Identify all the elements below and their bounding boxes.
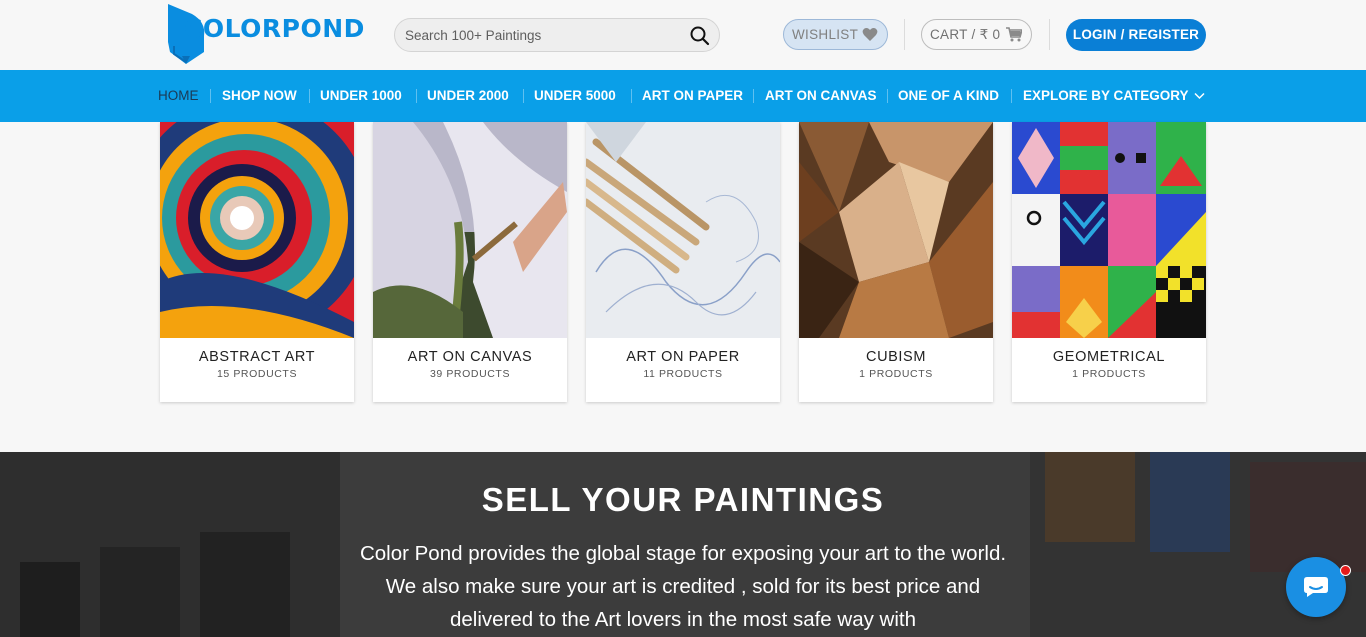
category-count: 1 PRODUCTS <box>859 368 933 380</box>
chat-button[interactable] <box>1286 557 1346 617</box>
header-divider <box>1049 19 1050 50</box>
nav-explore-by-category[interactable]: EXPLORE BY CATEGORY <box>1023 70 1205 122</box>
category-image <box>799 122 993 338</box>
nav-home[interactable]: HOME <box>158 70 199 122</box>
nav-separator <box>631 89 632 103</box>
chat-notification-badge <box>1340 565 1351 576</box>
category-image <box>586 122 780 338</box>
category-title: ABSTRACT ART <box>198 349 316 365</box>
category-card-art-on-canvas[interactable]: ART ON CANVAS 39 PRODUCTS <box>373 122 567 402</box>
category-title: GEOMETRICAL <box>1052 349 1166 365</box>
nav-art-on-paper[interactable]: ART ON PAPER <box>642 70 743 122</box>
category-image <box>373 122 567 338</box>
search-icon[interactable] <box>689 25 711 47</box>
nav-separator <box>1011 89 1012 103</box>
category-title: ART ON PAPER <box>626 349 740 365</box>
category-count: 15 PRODUCTS <box>216 368 298 380</box>
category-count: 1 PRODUCTS <box>1072 368 1146 380</box>
category-image <box>160 122 354 338</box>
sell-title: SELL YOUR PAINTINGS <box>481 481 885 518</box>
search-box <box>394 18 720 52</box>
cart-icon <box>1006 27 1022 42</box>
chat-icon <box>1304 577 1328 597</box>
nav-one-of-a-kind[interactable]: ONE OF A KIND <box>898 70 999 122</box>
category-image <box>1012 122 1206 338</box>
heart-icon <box>862 28 878 41</box>
nav-art-on-canvas[interactable]: ART ON CANVAS <box>765 70 877 122</box>
category-card-art-on-paper[interactable]: ART ON PAPER 11 PRODUCTS <box>586 122 780 402</box>
category-title: CUBISM <box>866 349 926 365</box>
wishlist-button[interactable]: WISHLIST <box>783 19 888 50</box>
sell-paintings-section: SELL YOUR PAINTINGS Color Pond provides … <box>0 452 1366 637</box>
nav-separator <box>309 89 310 103</box>
cart-button[interactable]: CART / ₹ 0 <box>921 19 1032 50</box>
nav-under-1000[interactable]: UNDER 1000 <box>320 70 402 122</box>
nav-separator <box>887 89 888 103</box>
login-register-button[interactable]: LOGIN / REGISTER <box>1066 19 1206 51</box>
category-count: 11 PRODUCTS <box>643 368 723 380</box>
nav-separator <box>416 89 417 103</box>
nav-separator <box>210 89 211 103</box>
nav-under-5000[interactable]: UNDER 5000 <box>534 70 616 122</box>
search-input[interactable] <box>405 19 685 51</box>
cart-label: CART / ₹ 0 <box>930 27 1001 42</box>
category-count: 39 PRODUCTS <box>429 368 511 380</box>
sell-description: Color Pond provides the global stage for… <box>359 542 1007 631</box>
nav-explore-label: EXPLORE BY CATEGORY <box>1023 88 1189 103</box>
site-logo[interactable]: COLORPOND <box>166 2 366 66</box>
logo-text: COLORPOND <box>184 14 365 43</box>
chevron-down-icon <box>1194 92 1205 100</box>
category-card-abstract-art[interactable]: ABSTRACT ART 15 PRODUCTS <box>160 122 354 402</box>
nav-under-2000[interactable]: UNDER 2000 <box>427 70 509 122</box>
category-card-cubism[interactable]: CUBISM 1 PRODUCTS <box>799 122 993 402</box>
site-header: COLORPOND WISHLIST CART / ₹ 0 LOGIN / RE… <box>0 0 1366 70</box>
nav-separator <box>753 89 754 103</box>
main-nav: HOME SHOP NOW UNDER 1000 UNDER 2000 UNDE… <box>0 70 1366 122</box>
category-title: ART ON CANVAS <box>407 349 533 365</box>
nav-separator <box>523 89 524 103</box>
nav-shop-now[interactable]: SHOP NOW <box>222 70 297 122</box>
wishlist-label: WISHLIST <box>792 27 859 42</box>
category-card-geometrical[interactable]: GEOMETRICAL 1 PRODUCTS <box>1012 122 1206 402</box>
header-divider <box>904 19 905 50</box>
